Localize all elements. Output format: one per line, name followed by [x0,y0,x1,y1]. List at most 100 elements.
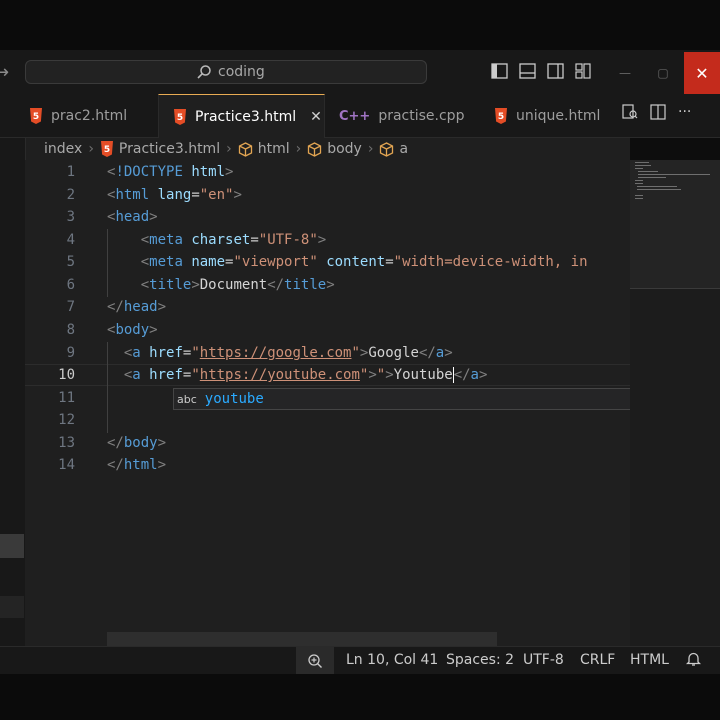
code-line: <head> [107,209,158,225]
sidebar-item[interactable] [0,596,24,618]
line-number: 10 [58,367,75,383]
close-window-button[interactable]: ✕ [684,52,720,94]
viewport-content-value: "width=device-width, in [393,254,588,270]
chevron-right-icon: › [226,141,232,157]
more-actions-icon[interactable]: ··· [678,104,691,124]
customize-layout-icon[interactable] [574,62,592,80]
line-number: 3 [66,209,75,225]
toggle-panel-icon[interactable] [518,62,536,80]
line-number: 5 [66,254,75,270]
split-editor-icon[interactable] [650,104,666,124]
maximize-icon[interactable]: ▢ [646,56,680,90]
minimap-slider[interactable] [630,160,720,289]
suggestion-widget: abc youtube [173,388,685,410]
code-line: <html lang="en"> [107,187,242,203]
breadcrumb-html-label: html [257,141,290,157]
bell-icon[interactable] [685,651,702,671]
zoom-icon [308,653,322,668]
code-line: <a href="https://google.com">Google</a> [123,345,453,361]
chevron-right-icon: › [367,141,374,157]
svg-text:5: 5 [104,145,110,155]
tab-label: Practice3.html [195,108,297,125]
tab-practise-cpp[interactable]: C++ practise.cpp [325,94,480,138]
minimize-icon[interactable]: — [608,56,642,90]
line-number: 6 [66,277,75,293]
youtube-href[interactable]: https://youtube.com [200,367,360,383]
tab-unique[interactable]: 5 unique.html [480,94,620,138]
svg-text:5: 5 [33,112,39,122]
code-line: <title>Document</title> [140,277,335,293]
sidebar-selected-item[interactable] [0,534,24,558]
cpp-icon: C++ [339,108,371,124]
tab-prac2[interactable]: 5 prac2.html [25,94,158,138]
tab-label: prac2.html [51,108,128,124]
google-link-text: Google [368,345,419,361]
breadcrumb-file[interactable]: 5 Practice3.html [100,141,220,157]
element-cube-icon [380,141,394,157]
line-number: 7 [66,299,75,315]
status-bar: Ln 10, Col 41 Spaces: 2 UTF-8 CRLF HTML [0,646,720,674]
breadcrumb-file-label: Practice3.html [118,141,221,157]
word-suggestion-icon: abc [177,392,197,406]
code-line: <meta name="viewport" content="width=dev… [140,254,588,270]
html5-icon: 5 [30,108,42,124]
code-line: </head> [107,299,167,315]
sidebar [0,138,26,646]
toggle-primary-sidebar-icon[interactable] [490,62,508,80]
suggestion-item[interactable]: abc youtube [174,391,264,407]
encoding[interactable]: UTF-8 [523,652,564,668]
open-preview-icon[interactable] [622,104,638,124]
line-number: 4 [66,232,75,248]
line-number: 1 [66,164,75,180]
tab-bar: 5 prac2.html 5 Practice3.html ✕ C++ prac… [0,94,720,138]
indentation[interactable]: Spaces: 2 [446,652,514,668]
top-band [0,0,720,50]
command-center[interactable]: coding [25,60,427,84]
chevron-right-icon: › [88,141,94,157]
code-line: <meta charset="UTF-8"> [140,232,327,248]
code-line: <!DOCTYPE html> [107,164,234,180]
code-line: <body> [107,322,158,338]
svg-text:5: 5 [177,113,183,123]
title-text: Document [199,277,268,293]
command-center-text: coding [218,64,265,80]
suggestion-label: youtube [204,391,264,407]
code-line: </html> [107,457,167,473]
line-number: 9 [66,345,75,361]
breadcrumb-body[interactable]: body [307,141,362,157]
close-icon[interactable]: ✕ [310,109,322,125]
breadcrumb: index › 5 Practice3.html › html › body ›… [0,138,630,160]
code-line-current: <a href="https://youtube.com">">Youtube<… [123,367,488,383]
breadcrumb-a[interactable]: a [379,141,408,157]
charset-value: "UTF-8" [258,232,318,248]
tab-label: practise.cpp [378,108,465,124]
tab-practice3[interactable]: 5 Practice3.html ✕ [158,94,325,138]
html5-icon: 5 [174,108,186,125]
line-number: 8 [66,322,75,338]
element-cube-icon [238,141,252,157]
horizontal-scrollbar[interactable] [107,632,497,646]
code-line: </body> [107,435,167,451]
bottom-band [0,674,720,720]
svg-text:5: 5 [498,112,504,122]
line-number: 11 [58,390,75,406]
line-number: 13 [58,435,75,451]
breadcrumb-html[interactable]: html [238,141,290,157]
cursor-position[interactable]: Ln 10, Col 41 [346,652,438,668]
zoom-button[interactable] [296,647,334,674]
chevron-right-icon: › [295,141,302,157]
line-number: 12 [58,412,75,428]
close-icon: ✕ [695,63,709,83]
search-icon [197,65,211,79]
language-mode[interactable]: HTML [630,652,669,668]
tab-label: unique.html [516,108,601,124]
html5-icon: 5 [100,141,113,157]
breadcrumb-a-label: a [399,141,409,157]
google-href[interactable]: https://google.com [200,345,352,361]
end-of-line[interactable]: CRLF [580,652,615,668]
go-back-icon[interactable]: → [0,62,9,83]
breadcrumb-root[interactable]: index [44,141,82,157]
toggle-secondary-sidebar-icon[interactable] [546,62,564,80]
youtube-link-text: Youtube [393,367,453,383]
html5-icon: 5 [495,108,507,124]
